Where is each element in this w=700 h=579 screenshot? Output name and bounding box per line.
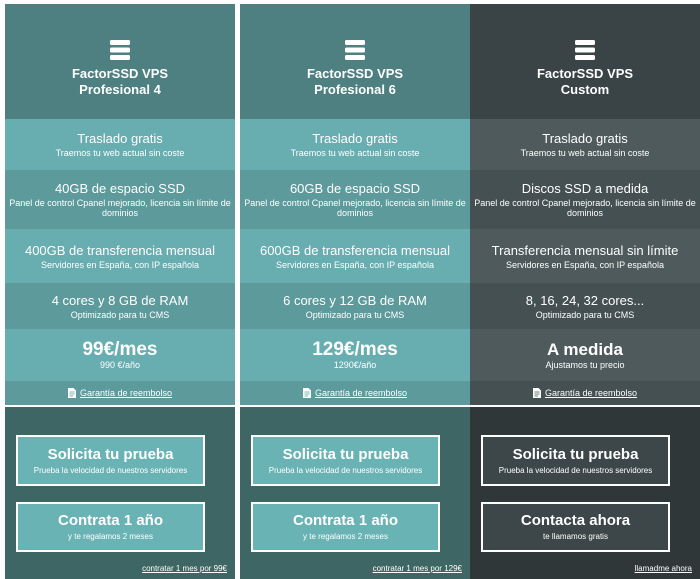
plan-header: FactorSSD VPS Profesional 4 <box>5 4 235 119</box>
feature-row: 8, 16, 24, 32 cores... Optimizado para tu… <box>470 283 700 329</box>
contact-now-button[interactable]: Contacta ahora te llamamos gratis <box>481 502 670 552</box>
request-trial-button[interactable]: Solicita tu prueba Prueba la velocidad de… <box>481 435 670 486</box>
feature-main: 6 cores y 12 GB de RAM <box>283 292 427 308</box>
feature-sub: Traemos tu web actual sin coste <box>520 148 650 158</box>
plan-title: FactorSSD VPS Custom <box>537 66 633 98</box>
plan-title-line2: Profesional 6 <box>314 82 396 97</box>
feature-sub: Traemos tu web actual sin coste <box>290 148 420 158</box>
guarantee-link[interactable]: Garantía de reembolso <box>5 381 235 405</box>
price-row: 99€/mes 990 €/año <box>5 329 235 381</box>
feature-sub: Panel de control Cpanel mejorado, licenc… <box>244 198 466 218</box>
button-sublabel: te llamamos gratis <box>543 532 608 541</box>
button-label: Contrata 1 año <box>57 512 163 529</box>
feature-main: Discos SSD a medida <box>521 181 649 196</box>
plan-title-line2: Custom <box>560 82 610 97</box>
plan-title-line1: FactorSSD VPS <box>306 66 404 81</box>
plan-card-custom: FactorSSD VPS Custom Traslado gratis Trae… <box>470 4 700 579</box>
feature-main: 40GB de espacio SSD <box>54 181 186 196</box>
price-main: 129€/mes <box>312 339 398 360</box>
plan-card-profesional-6: FactorSSD VPS Profesional 6 Traslado gra… <box>240 4 470 579</box>
feature-sub: Servidores en España, con IP española <box>276 259 434 270</box>
contract-year-button[interactable]: Contrata 1 año y te regalamos 2 meses <box>251 502 440 552</box>
monthly-contract-link[interactable]: contratar 1 mes por 129€ <box>373 564 462 573</box>
guarantee-label[interactable]: Garantía de reembolso <box>315 388 407 398</box>
feature-sub: Panel de control Cpanel mejorado, licenc… <box>474 198 696 218</box>
server-icon <box>575 40 595 60</box>
button-sublabel: Prueba la velocidad de nuestros servidor… <box>498 465 653 475</box>
feature-row: Traslado gratis Traemos tu web actual sin… <box>5 119 235 170</box>
document-icon <box>67 388 76 398</box>
button-sublabel: y te regalamos 2 meses <box>303 532 388 541</box>
plan-header: FactorSSD VPS Custom <box>470 4 700 119</box>
price-row: 129€/mes 1290€/año <box>240 329 470 381</box>
feature-sub: Traemos tu web actual sin coste <box>55 148 185 158</box>
feature-main: Traslado gratis <box>542 131 628 146</box>
price-main: A medida <box>547 340 623 359</box>
guarantee-label[interactable]: Garantía de reembolso <box>545 388 637 398</box>
feature-sub: Servidores en España, con IP española <box>41 259 199 270</box>
feature-sub: Optimizado para tu CMS <box>70 309 170 320</box>
monthly-contract-link[interactable]: contratar 1 mes por 99€ <box>142 564 227 573</box>
feature-row: 4 cores y 8 GB de RAM Optimizado para tu … <box>5 283 235 329</box>
button-label: Contrata 1 año <box>292 512 398 529</box>
request-trial-button[interactable]: Solicita tu prueba Prueba la velocidad de… <box>251 435 440 486</box>
plan-title: FactorSSD VPS Profesional 4 <box>72 66 168 98</box>
feature-row: Traslado gratis Traemos tu web actual sin… <box>470 119 700 170</box>
feature-row: 400GB de transferencia mensual Servidores… <box>5 229 235 283</box>
feature-main: 60GB de espacio SSD <box>289 181 421 196</box>
cta-area <box>240 407 470 579</box>
server-icon <box>345 40 365 60</box>
feature-main: 600GB de transferencia mensual <box>259 242 451 258</box>
feature-main: Transferencia mensual sin límite <box>491 242 679 258</box>
button-label: Solicita tu prueba <box>47 445 174 463</box>
price-sub: Ajustamos tu precio <box>545 360 625 370</box>
feature-main: Traslado gratis <box>312 131 398 146</box>
feature-row: 40GB de espacio SSD Panel de control Cpan… <box>5 170 235 229</box>
button-label: Solicita tu prueba <box>282 445 409 463</box>
feature-row: 600GB de transferencia mensual Servidores… <box>240 229 470 283</box>
guarantee-label[interactable]: Garantía de reembolso <box>80 388 172 398</box>
button-label: Contacta ahora <box>520 512 631 529</box>
button-label: Solicita tu prueba <box>512 445 639 463</box>
feature-sub: Panel de control Cpanel mejorado, licenc… <box>9 198 231 218</box>
feature-row: Transferencia mensual sin límite Servidor… <box>470 229 700 283</box>
plan-title-line2: Profesional 4 <box>79 82 161 97</box>
plan-title-line1: FactorSSD VPS <box>536 66 634 81</box>
cta-area <box>470 407 700 579</box>
button-sublabel: Prueba la velocidad de nuestros servidor… <box>33 465 188 475</box>
cta-area <box>5 407 235 579</box>
document-icon <box>532 388 541 398</box>
plan-header: FactorSSD VPS Profesional 6 <box>240 4 470 119</box>
feature-main: 4 cores y 8 GB de RAM <box>51 292 189 308</box>
price-row: A medida Ajustamos tu precio <box>470 329 700 381</box>
feature-row: Traslado gratis Traemos tu web actual sin… <box>240 119 470 170</box>
plan-title-line1: FactorSSD VPS <box>71 66 169 81</box>
plan-card-profesional-4: FactorSSD VPS Profesional 4 Traslado gra… <box>5 4 235 579</box>
feature-row: 6 cores y 12 GB de RAM Optimizado para tu… <box>240 283 470 329</box>
guarantee-link[interactable]: Garantía de reembolso <box>240 381 470 405</box>
plan-title: FactorSSD VPS Profesional 6 <box>307 66 403 98</box>
feature-sub: Optimizado para tu CMS <box>535 309 635 320</box>
guarantee-link[interactable]: Garantía de reembolso <box>470 381 700 405</box>
feature-sub: Optimizado para tu CMS <box>305 309 405 320</box>
call-me-link[interactable]: llamadme ahora <box>635 564 692 573</box>
feature-row: 60GB de espacio SSD Panel de control Cpan… <box>240 170 470 229</box>
price-sub: 990 €/año <box>99 360 141 370</box>
feature-row: Discos SSD a medida Panel de control Cpan… <box>470 170 700 229</box>
feature-sub: Servidores en España, con IP española <box>506 259 664 270</box>
contract-year-button[interactable]: Contrata 1 año y te regalamos 2 meses <box>16 502 205 552</box>
feature-main: Traslado gratis <box>77 131 163 146</box>
button-sublabel: y te regalamos 2 meses <box>68 532 153 541</box>
price-sub: 1290€/año <box>333 360 377 370</box>
feature-main: 8, 16, 24, 32 cores... <box>525 292 645 308</box>
button-sublabel: Prueba la velocidad de nuestros servidor… <box>268 465 423 475</box>
document-icon <box>302 388 311 398</box>
feature-main: 400GB de transferencia mensual <box>24 242 216 258</box>
server-icon <box>110 40 130 60</box>
request-trial-button[interactable]: Solicita tu prueba Prueba la velocidad de… <box>16 435 205 486</box>
price-main: 99€/mes <box>82 339 158 360</box>
